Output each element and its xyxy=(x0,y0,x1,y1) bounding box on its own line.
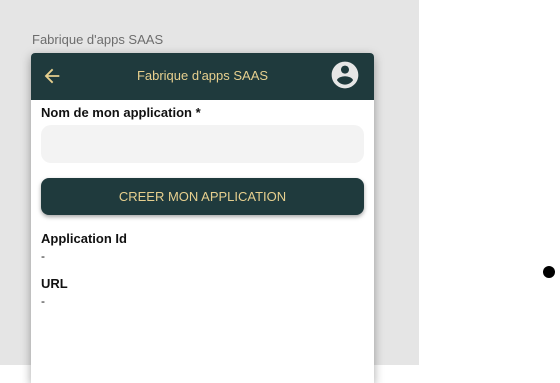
preview-caption: Fabrique d'apps SAAS xyxy=(32,32,164,47)
url-label: URL xyxy=(41,276,68,291)
app-bar-title: Fabrique d'apps SAAS xyxy=(136,68,269,83)
url-value: - xyxy=(41,294,45,308)
account-circle-icon xyxy=(331,61,359,89)
arrow-left-icon xyxy=(44,68,60,84)
app-name-label: Nom de mon application * xyxy=(41,105,201,120)
mouse-cursor xyxy=(543,266,555,278)
app-id-label: Application Id xyxy=(41,231,127,246)
preview-pane: Fabrique d'apps SAAS Fabrique d'apps SAA… xyxy=(0,0,419,383)
app-frame: Fabrique d'apps SAAS Nom de mon applicat… xyxy=(31,53,374,383)
app-name-input[interactable] xyxy=(41,125,364,163)
back-button[interactable] xyxy=(41,65,63,87)
app-bar: Fabrique d'apps SAAS xyxy=(31,53,374,100)
account-button[interactable] xyxy=(329,59,361,91)
app-id-value: - xyxy=(41,249,45,263)
create-app-button[interactable]: CREER MON APPLICATION xyxy=(41,178,364,215)
